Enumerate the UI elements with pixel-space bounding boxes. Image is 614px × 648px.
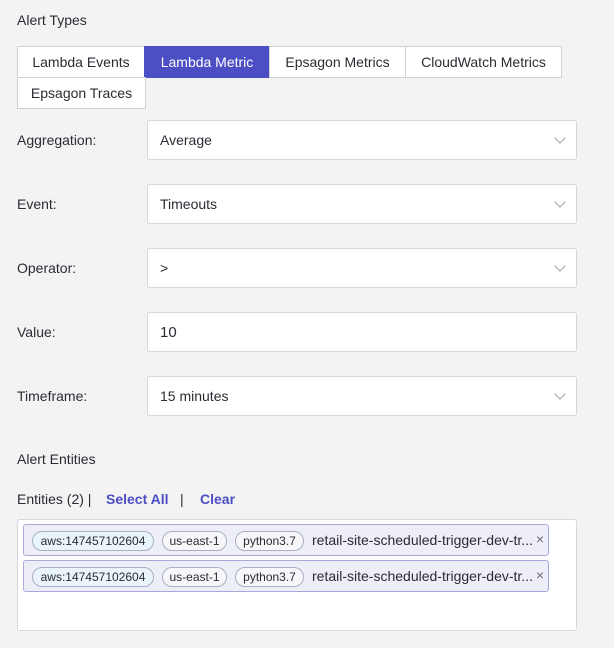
event-label: Event: bbox=[17, 196, 57, 212]
chevron-down-icon bbox=[554, 388, 566, 400]
operator-label: Operator: bbox=[17, 260, 77, 276]
runtime-chip: python3.7 bbox=[235, 531, 304, 551]
timeframe-label: Timeframe: bbox=[17, 388, 88, 404]
region-chip: us-east-1 bbox=[162, 531, 227, 551]
entities-count: Entities (2) | bbox=[17, 491, 92, 507]
tab-label: Epsagon Traces bbox=[30, 85, 133, 101]
tab-label: Lambda Events bbox=[32, 54, 130, 70]
account-chip: aws:147457102604 bbox=[32, 567, 154, 587]
tab-lambda-metric[interactable]: Lambda Metric bbox=[144, 46, 270, 78]
operator-select[interactable]: > bbox=[147, 248, 577, 288]
entity-item[interactable]: aws:147457102604 us-east-1 python3.7 ret… bbox=[23, 524, 549, 556]
event-value: Timeouts bbox=[160, 196, 218, 212]
value-label: Value: bbox=[17, 324, 56, 340]
tab-epsagon-traces[interactable]: Epsagon Traces bbox=[17, 77, 146, 109]
tab-epsagon-metrics[interactable]: Epsagon Metrics bbox=[269, 46, 406, 78]
aggregation-value: Average bbox=[160, 132, 212, 148]
entity-name: retail-site-scheduled-trigger-dev-tr... bbox=[312, 532, 533, 548]
event-select[interactable]: Timeouts bbox=[147, 184, 577, 224]
entities-list[interactable]: aws:147457102604 us-east-1 python3.7 ret… bbox=[17, 519, 577, 631]
tab-lambda-events[interactable]: Lambda Events bbox=[17, 46, 145, 78]
tab-label: CloudWatch Metrics bbox=[421, 54, 546, 70]
account-chip: aws:147457102604 bbox=[32, 531, 154, 551]
value-input[interactable]: 10 bbox=[147, 312, 577, 352]
close-icon[interactable]: × bbox=[536, 567, 544, 583]
tab-label: Epsagon Metrics bbox=[285, 54, 390, 70]
alert-types-title: Alert Types bbox=[17, 12, 87, 28]
tab-cloudwatch-metrics[interactable]: CloudWatch Metrics bbox=[405, 46, 562, 78]
tab-label: Lambda Metric bbox=[160, 54, 254, 70]
clear-button[interactable]: Clear bbox=[200, 491, 235, 507]
region-chip: us-east-1 bbox=[162, 567, 227, 587]
alert-entities-title: Alert Entities bbox=[17, 451, 96, 467]
close-icon[interactable]: × bbox=[536, 531, 544, 547]
timeframe-select[interactable]: 15 minutes bbox=[147, 376, 577, 416]
aggregation-select[interactable]: Average bbox=[147, 120, 577, 160]
timeframe-value: 15 minutes bbox=[160, 388, 229, 404]
chevron-down-icon bbox=[554, 196, 566, 208]
operator-value: > bbox=[160, 260, 169, 276]
aggregation-label: Aggregation: bbox=[17, 132, 97, 148]
select-all-button[interactable]: Select All bbox=[106, 491, 169, 507]
toolbar-separator: | bbox=[180, 491, 184, 507]
value-text: 10 bbox=[160, 323, 177, 341]
entity-name: retail-site-scheduled-trigger-dev-tr... bbox=[312, 568, 533, 584]
runtime-chip: python3.7 bbox=[235, 567, 304, 587]
chevron-down-icon bbox=[554, 132, 566, 144]
entity-item[interactable]: aws:147457102604 us-east-1 python3.7 ret… bbox=[23, 560, 549, 592]
chevron-down-icon bbox=[554, 260, 566, 272]
